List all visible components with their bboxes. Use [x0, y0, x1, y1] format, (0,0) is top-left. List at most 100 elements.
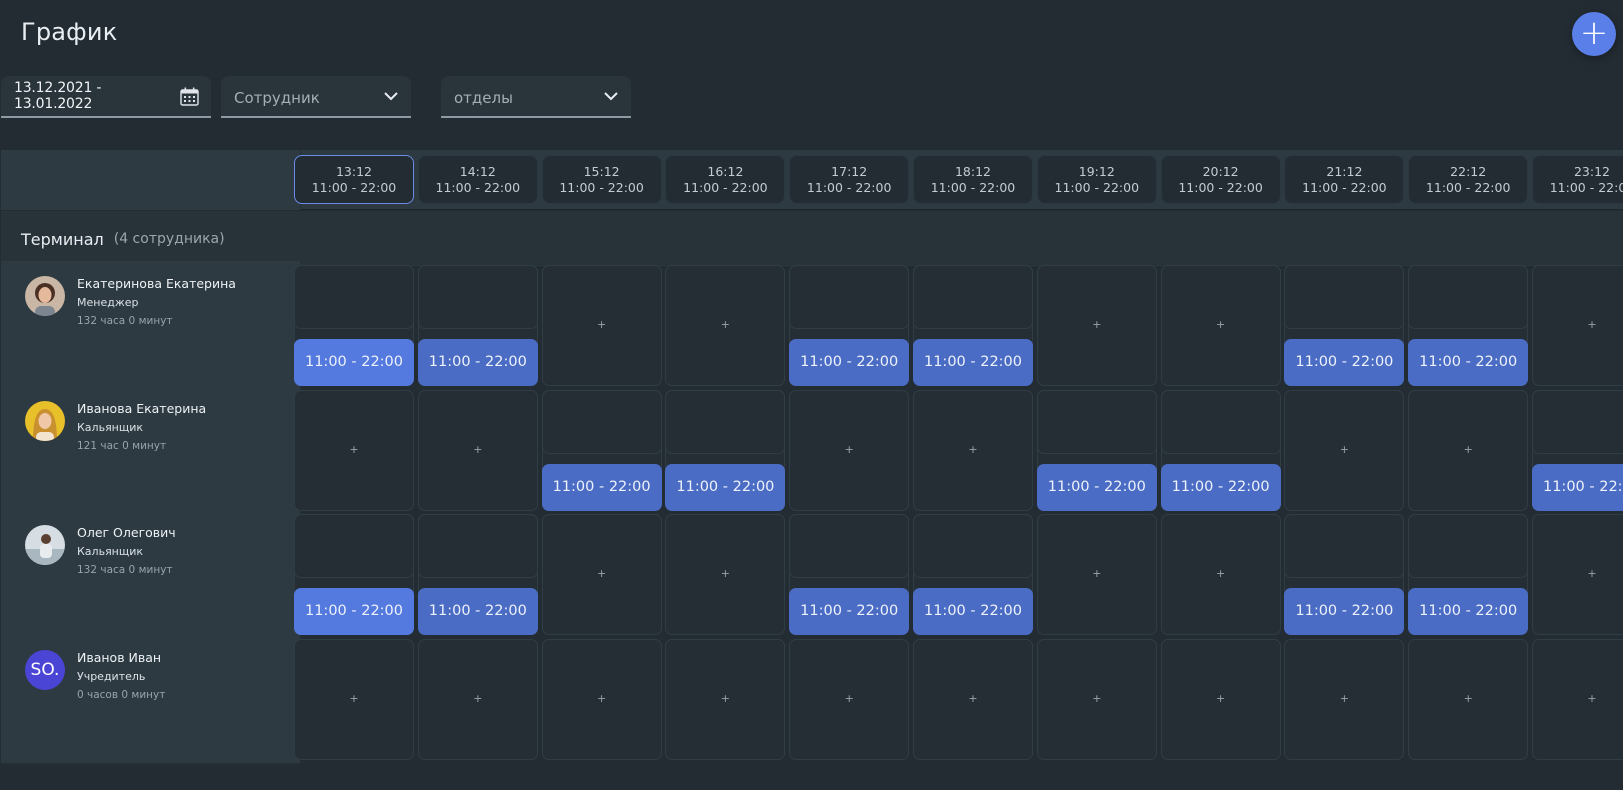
add-shift-icon[interactable]: +	[543, 692, 661, 705]
shift-block[interactable]: 11:00 - 22:00	[1160, 463, 1281, 511]
schedule-cell[interactable]: +	[1160, 265, 1281, 386]
schedule-cell[interactable]: +	[294, 638, 414, 760]
schedule-cell[interactable]: +	[294, 389, 414, 511]
shift-block[interactable]: 11:00 - 22:00	[1284, 339, 1405, 386]
schedule-cell[interactable]: 11:00 - 22:00	[913, 514, 1033, 635]
date-range-field[interactable]: 13.12.2021 - 13.01.2022	[1, 76, 211, 118]
add-shift-icon[interactable]: +	[543, 318, 661, 331]
schedule-cell[interactable]: 11:00 - 22:00	[1160, 389, 1281, 511]
day-header-10[interactable]: 23:1211:00 - 22:00	[1532, 155, 1623, 204]
add-shift-icon[interactable]: +	[666, 692, 784, 705]
cell-empty-slot[interactable]	[1408, 514, 1529, 578]
schedule-cell[interactable]: 11:00 - 22:00	[1408, 265, 1529, 386]
shift-block[interactable]: 11:00 - 22:00	[789, 588, 910, 635]
shift-block[interactable]: 11:00 - 22:00	[1532, 463, 1623, 511]
schedule-cell[interactable]: +	[1532, 265, 1623, 386]
schedule-cell[interactable]: 11:00 - 22:00	[541, 389, 662, 511]
add-shift-icon[interactable]: +	[1038, 318, 1156, 331]
calendar-icon[interactable]	[180, 87, 199, 106]
shift-block[interactable]: 11:00 - 22:00	[1284, 588, 1405, 635]
add-shift-icon[interactable]: +	[1533, 567, 1623, 580]
cell-empty-slot[interactable]	[417, 265, 538, 329]
add-shift-icon[interactable]: +	[1533, 318, 1623, 331]
add-shift-icon[interactable]: +	[790, 692, 908, 705]
cell-empty-slot[interactable]	[1408, 265, 1529, 329]
schedule-cell[interactable]: 11:00 - 22:00	[913, 265, 1033, 386]
employee-select[interactable]: Сотрудник	[221, 76, 411, 118]
add-shift-icon[interactable]: +	[1162, 567, 1280, 580]
schedule-cell[interactable]: 11:00 - 22:00	[294, 265, 414, 386]
cell-empty-slot[interactable]	[913, 514, 1033, 578]
schedule-cell[interactable]: +	[1160, 638, 1281, 760]
add-shift-icon[interactable]: +	[790, 443, 908, 456]
schedule-cell[interactable]: 11:00 - 22:00	[1036, 389, 1157, 511]
day-header-0[interactable]: 13:12 11:00 - 22:00	[294, 155, 414, 204]
schedule-cell[interactable]: +	[789, 638, 910, 760]
schedule-cell[interactable]: +	[665, 265, 786, 386]
cell-empty-slot[interactable]	[294, 514, 414, 578]
cell-empty-slot[interactable]	[294, 265, 414, 329]
shift-block[interactable]: 11:00 - 22:00	[1036, 463, 1157, 511]
shift-block[interactable]: 11:00 - 22:00	[417, 588, 538, 635]
shift-block[interactable]: 11:00 - 22:00	[665, 463, 786, 511]
schedule-cell[interactable]: +	[913, 638, 1033, 760]
schedule-cell[interactable]: +	[1284, 389, 1405, 511]
schedule-cell[interactable]: 11:00 - 22:00	[1532, 389, 1623, 511]
add-shift-icon[interactable]: +	[1038, 692, 1156, 705]
shift-block[interactable]: 11:00 - 22:00	[789, 339, 910, 386]
add-shift-icon[interactable]: +	[1409, 443, 1527, 456]
cell-empty-slot[interactable]	[789, 514, 910, 578]
add-shift-icon[interactable]: +	[295, 692, 413, 705]
add-shift-icon[interactable]: +	[666, 318, 784, 331]
schedule-cell[interactable]: +	[417, 389, 538, 511]
schedule-cell[interactable]: +	[541, 265, 662, 386]
cell-empty-slot[interactable]	[789, 265, 910, 329]
schedule-cell[interactable]: 11:00 - 22:00	[417, 265, 538, 386]
schedule-cell[interactable]: +	[1532, 638, 1623, 760]
day-header-6[interactable]: 19:12 11:00 - 22:00	[1036, 155, 1157, 204]
schedule-cell[interactable]: +	[417, 638, 538, 760]
add-shift-icon[interactable]: +	[419, 692, 537, 705]
day-header-8[interactable]: 21:12 11:00 - 22:00	[1284, 155, 1405, 204]
add-shift-icon[interactable]: +	[295, 443, 413, 456]
day-header-5[interactable]: 18:12 11:00 - 22:00	[913, 155, 1033, 204]
add-shift-icon[interactable]: +	[419, 443, 537, 456]
shift-block[interactable]: 11:00 - 22:00	[913, 339, 1033, 386]
shift-block[interactable]: 11:00 - 22:00	[913, 588, 1033, 635]
schedule-cell[interactable]: +	[1408, 638, 1529, 760]
schedule-cell[interactable]: 11:00 - 22:00	[789, 514, 910, 635]
add-shift-icon[interactable]: +	[1038, 567, 1156, 580]
shift-block[interactable]: 11:00 - 22:00	[417, 339, 538, 386]
shift-block[interactable]: 11:00 - 22:00	[1408, 339, 1529, 386]
cell-empty-slot[interactable]	[913, 265, 1033, 329]
day-header-4[interactable]: 17:12 11:00 - 22:00	[789, 155, 910, 204]
add-shift-icon[interactable]: +	[666, 567, 784, 580]
day-header-2[interactable]: 15:12 11:00 - 22:00	[541, 155, 662, 204]
schedule-cell[interactable]: 11:00 - 22:00	[294, 514, 414, 635]
add-shift-icon[interactable]: +	[1409, 692, 1527, 705]
cell-empty-slot[interactable]	[1160, 389, 1281, 454]
schedule-cell[interactable]: +	[1284, 638, 1405, 760]
department-select[interactable]: отделы	[441, 76, 631, 118]
schedule-cell[interactable]: +	[913, 389, 1033, 511]
schedule-cell[interactable]: 11:00 - 22:00	[1408, 514, 1529, 635]
schedule-cell[interactable]: 11:00 - 22:00	[789, 265, 910, 386]
schedule-cell[interactable]: 11:00 - 22:00	[665, 389, 786, 511]
schedule-cell[interactable]: +	[1408, 389, 1529, 511]
schedule-cell[interactable]: +	[1036, 265, 1157, 386]
schedule-cell[interactable]: +	[541, 638, 662, 760]
schedule-cell[interactable]: 11:00 - 22:00	[1284, 514, 1405, 635]
schedule-cell[interactable]: +	[1532, 514, 1623, 635]
schedule-cell[interactable]: 11:00 - 22:00	[417, 514, 538, 635]
cell-empty-slot[interactable]	[417, 514, 538, 578]
add-shift-icon[interactable]: +	[1162, 318, 1280, 331]
day-header-7[interactable]: 20:12 11:00 - 22:00	[1160, 155, 1281, 204]
shift-block[interactable]: 11:00 - 22:00	[294, 588, 414, 635]
add-shift-icon[interactable]: +	[914, 692, 1032, 705]
add-shift-icon[interactable]: +	[1285, 443, 1403, 456]
add-shift-icon[interactable]: +	[914, 443, 1032, 456]
cell-empty-slot[interactable]	[1284, 514, 1405, 578]
day-header-3[interactable]: 16:12 11:00 - 22:00	[665, 155, 786, 204]
day-header-1[interactable]: 14:12 11:00 - 22:00	[417, 155, 538, 204]
cell-empty-slot[interactable]	[665, 389, 786, 454]
